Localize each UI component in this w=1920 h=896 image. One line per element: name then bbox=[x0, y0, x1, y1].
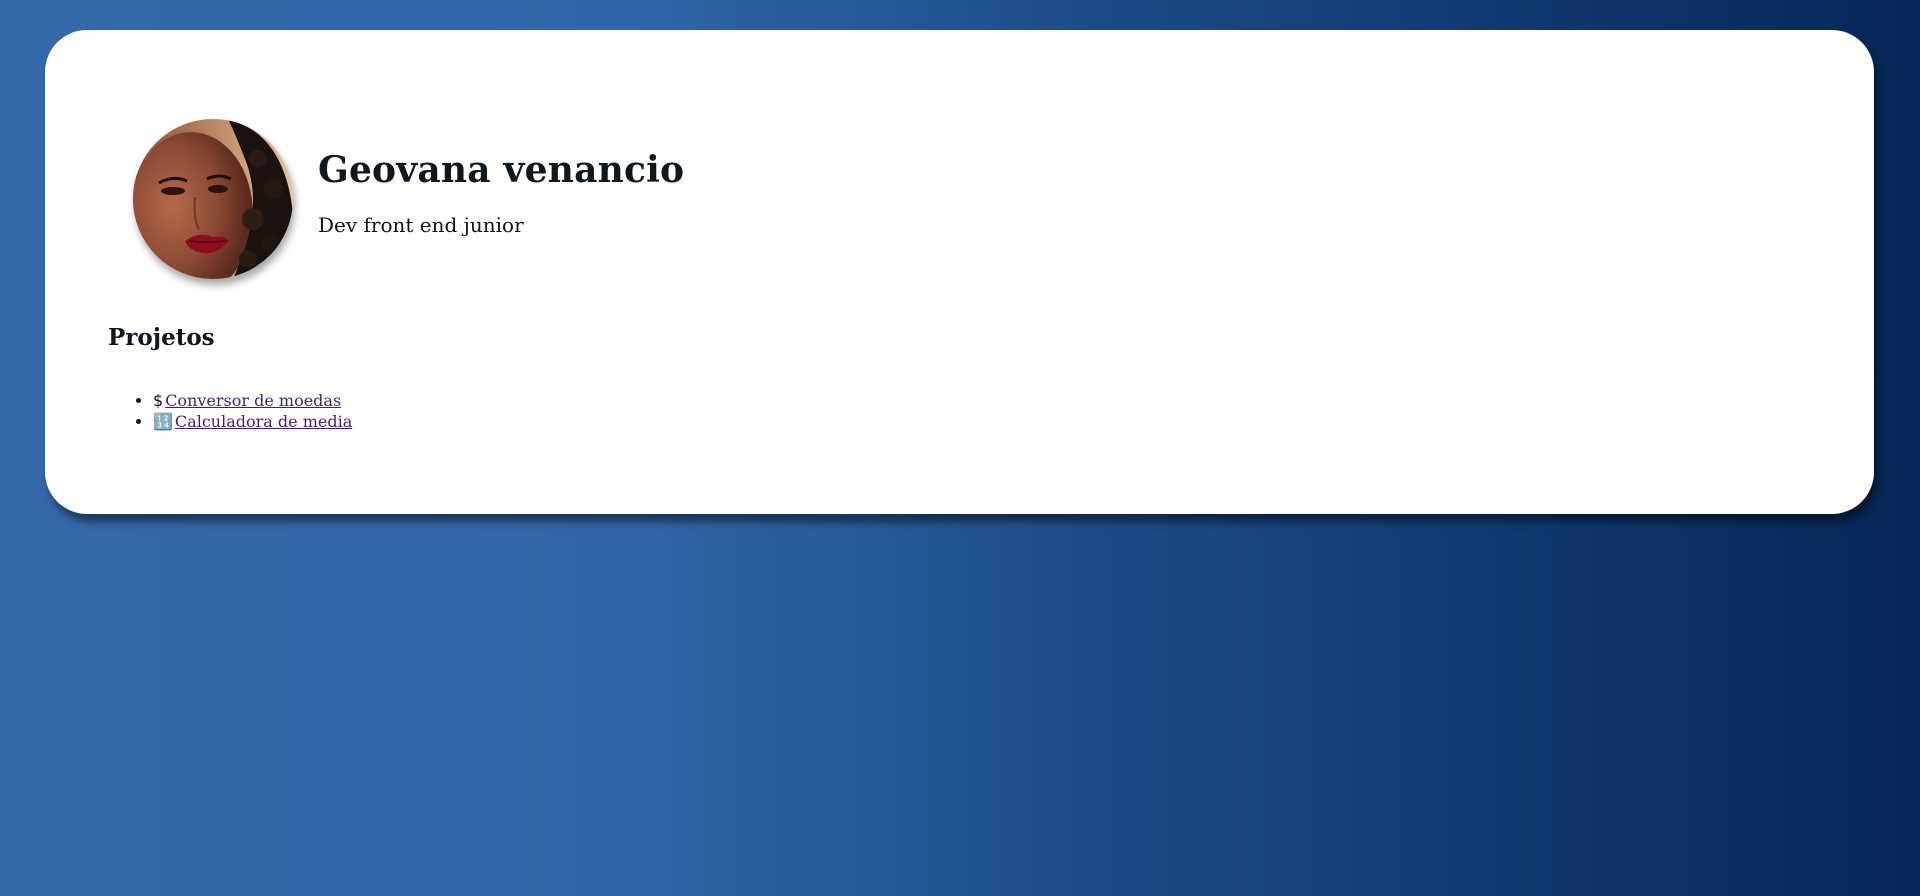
projects-list: $Conversor de moedas 🔢Calculadora de med… bbox=[108, 390, 352, 432]
numbers-icon: 🔢 bbox=[153, 412, 173, 431]
profile-header: Geovana venancio Dev front end junior bbox=[133, 119, 684, 279]
profile-name: Geovana venancio bbox=[318, 149, 685, 191]
avatar-image bbox=[133, 119, 293, 279]
list-item: 🔢Calculadora de media bbox=[153, 411, 352, 432]
projects-title: Projetos bbox=[108, 324, 215, 351]
dollar-icon: $ bbox=[153, 391, 164, 410]
profile-text: Geovana venancio Dev front end junior bbox=[318, 149, 684, 237]
profile-role: Dev front end junior bbox=[318, 213, 524, 237]
project-link-conversor[interactable]: Conversor de moedas bbox=[165, 391, 341, 410]
avatar bbox=[133, 119, 293, 279]
project-link-calculadora[interactable]: Calculadora de media bbox=[175, 412, 352, 431]
profile-card: Geovana venancio Dev front end junior Pr… bbox=[45, 30, 1874, 514]
list-item: $Conversor de moedas bbox=[153, 390, 352, 411]
